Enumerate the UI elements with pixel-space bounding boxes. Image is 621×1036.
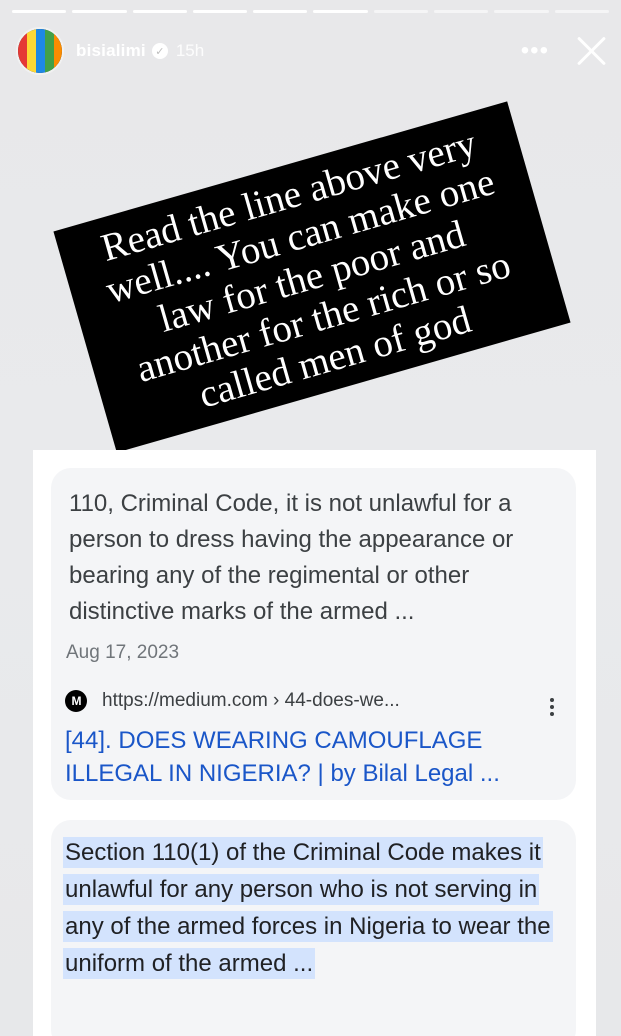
highlighted-text: Section 110(1) of the Criminal Code make… bbox=[63, 834, 568, 982]
progress-segment bbox=[373, 10, 429, 13]
kebab-menu-icon[interactable] bbox=[550, 698, 554, 716]
result-date: Aug 17, 2023 bbox=[66, 642, 180, 663]
more-options-button[interactable]: ••• bbox=[521, 39, 549, 63]
progress-segment bbox=[554, 10, 609, 13]
medium-favicon-icon: M bbox=[65, 690, 87, 712]
progress-segment bbox=[72, 10, 127, 13]
result-snippet: 110, Criminal Code, it is not unlawful f… bbox=[69, 490, 514, 625]
close-icon[interactable] bbox=[575, 35, 607, 67]
progress-segment bbox=[12, 10, 67, 13]
featured-snippet-card: Section 110(1) of the Criminal Code make… bbox=[51, 820, 576, 1036]
story-header: bisialimi ✓ 15h ••• bbox=[16, 26, 607, 76]
result-title-link[interactable]: [44]. DOES WEARING CAMOUFLAGE ILLEGAL IN… bbox=[65, 724, 545, 790]
search-screenshot: 110, Criminal Code, it is not unlawful f… bbox=[33, 450, 596, 1036]
progress-segment bbox=[253, 10, 308, 13]
search-result-card: 110, Criminal Code, it is not unlawful f… bbox=[51, 468, 576, 800]
highlighted-snippet: Section 110(1) of the Criminal Code make… bbox=[63, 837, 553, 979]
result-url[interactable]: https://medium.com › 44-does-we... bbox=[102, 690, 400, 712]
username[interactable]: bisialimi bbox=[76, 41, 146, 61]
avatar[interactable] bbox=[16, 27, 64, 75]
text-sticker: Read the line above very well.... You ca… bbox=[53, 101, 571, 453]
progress-segment bbox=[434, 10, 489, 13]
progress-segment bbox=[313, 10, 368, 13]
progress-segment bbox=[192, 10, 248, 13]
story-progress-bar bbox=[12, 10, 609, 13]
result-source: M https://medium.com › 44-does-we... bbox=[65, 690, 400, 712]
post-time: 15h bbox=[175, 41, 205, 60]
verified-badge-icon: ✓ bbox=[151, 43, 168, 59]
progress-segment bbox=[132, 10, 187, 13]
sticker-text: Read the line above very well.... You ca… bbox=[96, 121, 516, 417]
progress-segment bbox=[494, 10, 549, 13]
